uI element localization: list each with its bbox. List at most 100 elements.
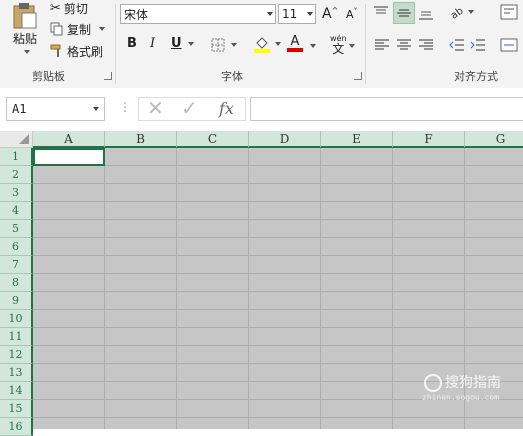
copy-button[interactable]: 复制 (50, 21, 106, 37)
row-header[interactable]: 16 (0, 418, 33, 436)
chevron-down-icon (267, 12, 273, 16)
column-header[interactable]: E (321, 131, 393, 148)
row-header[interactable]: 15 (0, 400, 33, 418)
row-header[interactable]: 4 (0, 202, 33, 220)
align-right-button[interactable] (418, 38, 434, 52)
italic-button[interactable]: I (150, 36, 155, 51)
chevron-down-icon[interactable] (275, 42, 281, 46)
chevron-down-icon (307, 12, 313, 16)
paste-icon (13, 3, 37, 29)
middle-align-button[interactable] (393, 2, 415, 24)
bold-label: B (127, 36, 137, 51)
active-cell[interactable] (33, 148, 105, 166)
row-header[interactable]: 5 (0, 220, 33, 238)
align-center-button[interactable] (396, 38, 412, 52)
merge-center-button[interactable] (500, 38, 518, 52)
bold-button[interactable]: B (127, 36, 137, 51)
formula-input[interactable] (250, 97, 523, 121)
insert-function-button[interactable]: fx (219, 99, 234, 118)
row-header[interactable]: 11 (0, 328, 33, 346)
merge-cells-icon (500, 38, 518, 52)
paste-button[interactable]: 粘贴 (6, 2, 44, 64)
chevron-down-icon[interactable] (468, 10, 474, 14)
select-all-button[interactable] (0, 131, 33, 148)
chevron-down-icon[interactable] (231, 43, 237, 47)
underline-button[interactable]: U (171, 36, 194, 51)
name-box[interactable]: A1 (6, 97, 105, 121)
font-name-select[interactable]: 宋体 (120, 4, 276, 24)
wrap-text-icon (500, 4, 518, 20)
column-header[interactable]: A (33, 131, 105, 148)
orientation-button[interactable]: ab (449, 4, 474, 20)
name-box-value: A1 (12, 102, 27, 116)
row-header[interactable]: 6 (0, 238, 33, 256)
phonetic-button[interactable]: wén 文 (330, 34, 347, 55)
row-header[interactable]: 10 (0, 310, 33, 328)
paste-label: 粘贴 (12, 32, 37, 46)
watermark-text: 搜狗指南 (445, 375, 501, 391)
chevron-down-icon[interactable] (23, 50, 30, 54)
group-divider (115, 4, 116, 84)
font-size-select[interactable]: 11 (278, 4, 316, 24)
brush-icon (50, 44, 61, 57)
format-painter-label: 格式刷 (67, 44, 104, 59)
row-header[interactable]: 9 (0, 292, 33, 310)
row-header[interactable]: 13 (0, 364, 33, 382)
font-color-button[interactable]: A (287, 35, 303, 52)
row-header[interactable]: 1 (0, 148, 33, 166)
column-header[interactable]: F (393, 131, 465, 148)
top-align-button[interactable] (373, 4, 391, 22)
chevron-down-icon[interactable] (93, 107, 99, 111)
increase-indent-icon (470, 39, 485, 51)
phonetic-char-icon: 文 (332, 42, 345, 56)
chevron-down-icon[interactable] (99, 27, 106, 31)
decrease-font-size-button[interactable]: A ˅ (346, 7, 358, 21)
row-header[interactable]: 8 (0, 274, 33, 292)
row-header[interactable]: 2 (0, 166, 33, 184)
watermark: 搜狗指南 (424, 372, 501, 392)
font-dialog-launcher[interactable] (354, 72, 362, 80)
orientation-icon: ab (449, 6, 465, 20)
decrease-indent-button[interactable] (449, 38, 465, 52)
align-left-icon (375, 39, 389, 50)
borders-icon (211, 38, 225, 52)
font-color-bar (287, 48, 303, 52)
watermark-url: zhinan.sogou.com (421, 393, 499, 402)
cancel-icon[interactable]: ✕ (147, 96, 164, 120)
increase-indent-button[interactable] (470, 38, 486, 52)
cut-button[interactable]: ✂ 剪切 (50, 0, 88, 16)
formula-buttons: ✕ ✓ fx (138, 96, 246, 121)
wrap-text-button[interactable] (500, 4, 518, 20)
enter-icon[interactable]: ✓ (181, 96, 198, 120)
column-header[interactable]: B (105, 131, 177, 148)
bottom-align-button[interactable] (418, 4, 436, 22)
row-header[interactable]: 7 (0, 256, 33, 274)
chevron-down-icon[interactable] (187, 41, 194, 46)
column-header[interactable]: G (465, 131, 523, 148)
row-header[interactable]: 12 (0, 346, 33, 364)
fill-color-button[interactable] (253, 35, 281, 53)
select-all-triangle-icon (19, 134, 29, 144)
row-header[interactable]: 3 (0, 184, 33, 202)
clipboard-dialog-launcher[interactable] (104, 72, 112, 80)
column-header[interactable]: D (249, 131, 321, 148)
paint-bucket-icon (254, 37, 270, 53)
borders-button[interactable] (211, 38, 237, 52)
caret-up-icon: ^ (331, 5, 339, 15)
align-left-button[interactable] (374, 38, 390, 52)
chevron-down-icon[interactable] (349, 44, 355, 48)
more-options-icon[interactable]: ⋮ (119, 100, 131, 114)
column-header[interactable]: C (177, 131, 249, 148)
row-header[interactable]: 14 (0, 382, 33, 400)
caret-down-icon: ˅ (353, 7, 358, 16)
format-painter-button[interactable]: 格式刷 (50, 43, 103, 59)
scissors-icon: ✂ (50, 0, 61, 16)
decrease-indent-icon (449, 39, 464, 51)
chevron-down-icon[interactable] (310, 44, 316, 48)
copy-label: 复制 (67, 22, 92, 37)
ribbon: 粘贴 ✂ 剪切 复制 格式刷 剪贴板 宋体 11 A ^ A ˅ B I U A… (0, 0, 523, 89)
align-top-icon (374, 6, 388, 14)
increase-font-size-button[interactable]: A ^ (322, 5, 339, 23)
svg-text:ab: ab (449, 6, 465, 20)
font-name-value: 宋体 (124, 7, 149, 22)
